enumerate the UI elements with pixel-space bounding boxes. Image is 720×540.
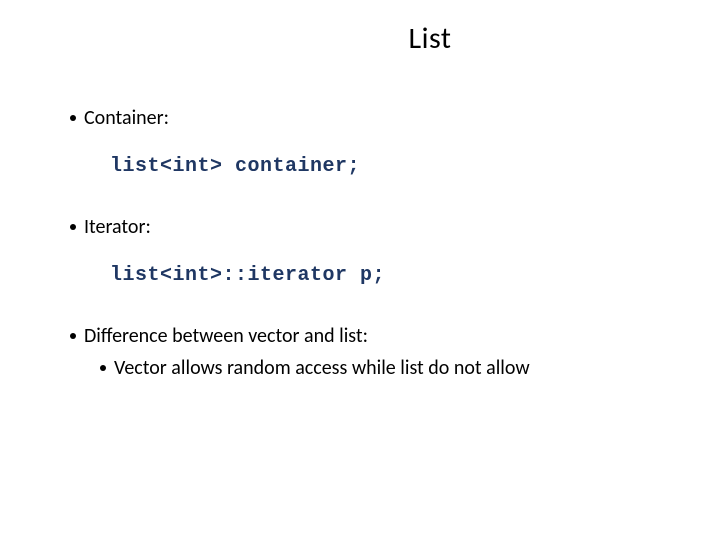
bullet-dot-icon bbox=[70, 115, 76, 121]
bullet-container: Container: bbox=[70, 105, 660, 131]
code-container-decl: list<int> container; bbox=[110, 155, 660, 178]
bullet-difference-sub: Vector allows random access while list d… bbox=[100, 355, 660, 381]
bullet-difference: Difference between vector and list: bbox=[70, 323, 660, 349]
slide: List Container: list<int> container; Ite… bbox=[0, 0, 720, 407]
code-iterator-decl: list<int>::iterator p; bbox=[110, 264, 660, 287]
bullet-difference-label: Difference between vector and list: bbox=[84, 323, 368, 349]
bullet-container-label: Container: bbox=[84, 105, 169, 131]
bullet-dot-icon bbox=[70, 333, 76, 339]
bullet-dot-icon bbox=[70, 224, 76, 230]
bullet-iterator-label: Iterator: bbox=[84, 214, 151, 240]
bullet-dot-icon bbox=[100, 365, 106, 371]
slide-title: List bbox=[200, 20, 660, 57]
bullet-iterator: Iterator: bbox=[70, 214, 660, 240]
bullet-difference-sub-label: Vector allows random access while list d… bbox=[114, 355, 530, 381]
